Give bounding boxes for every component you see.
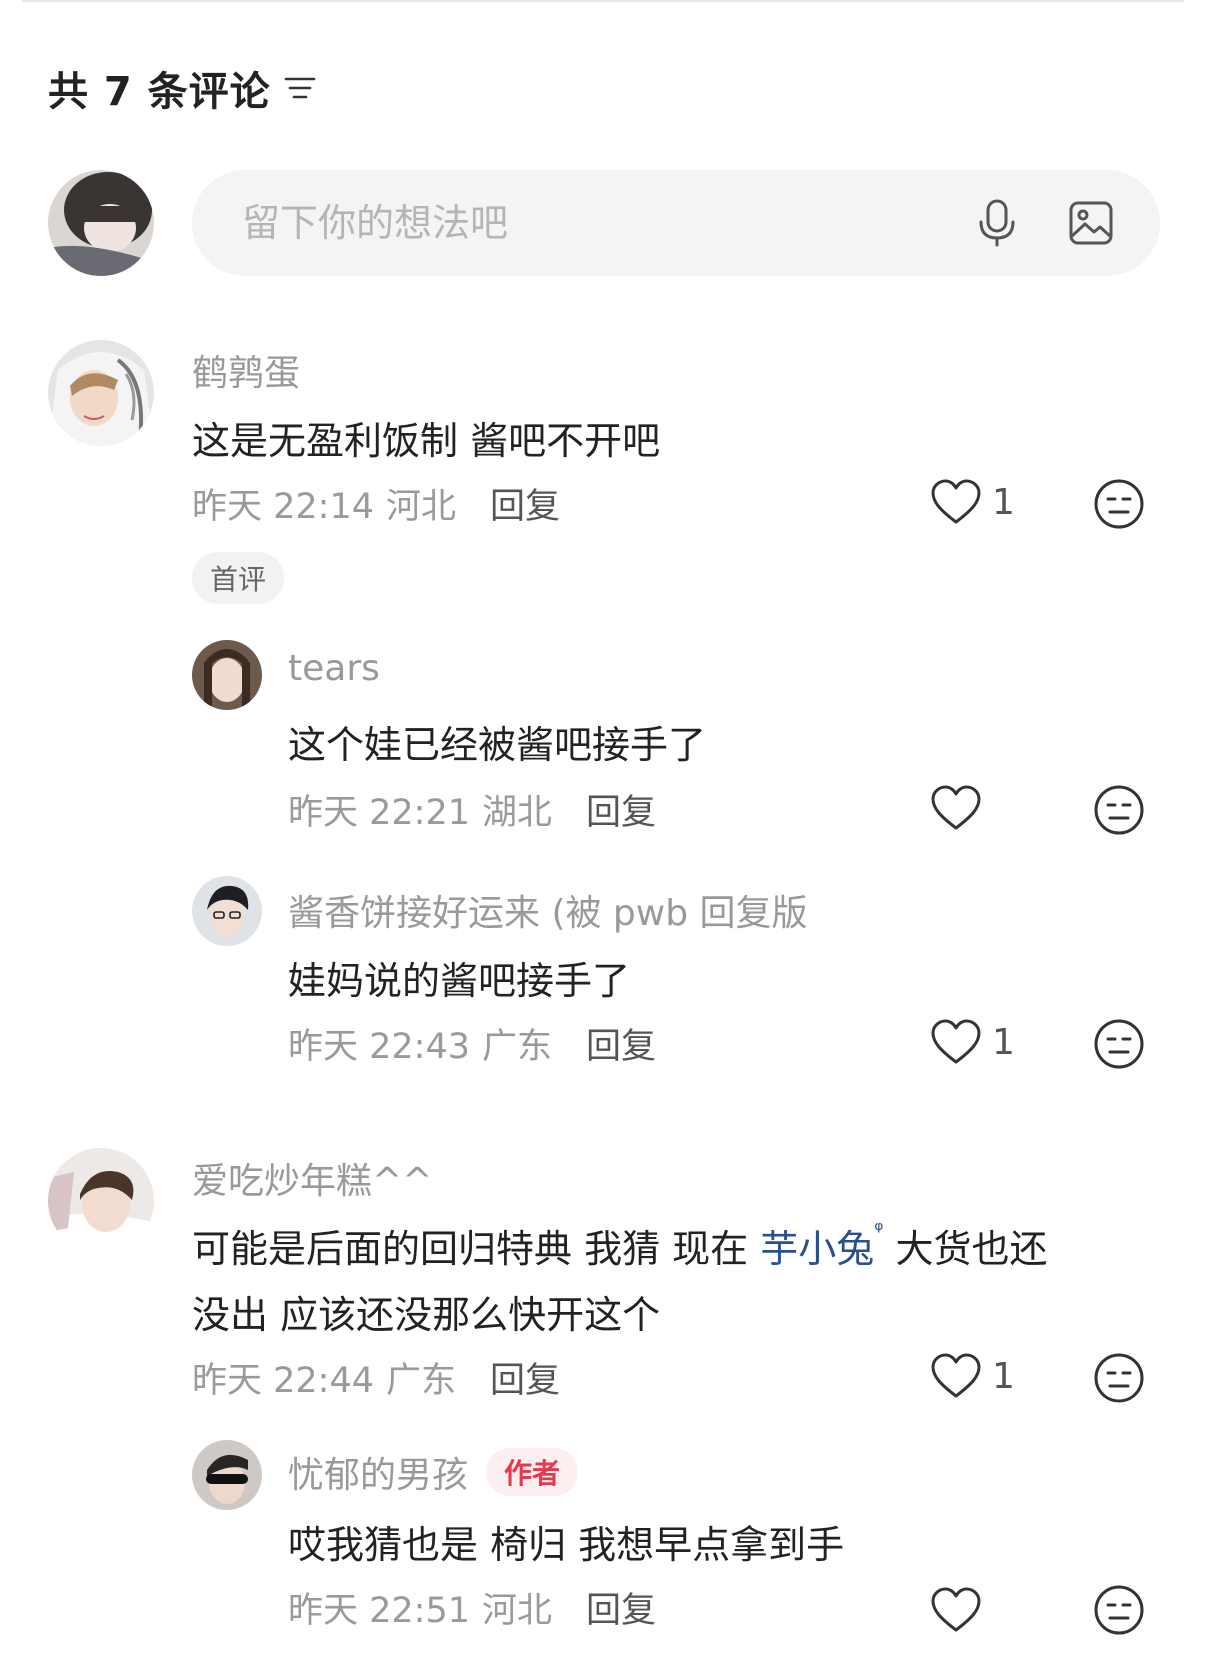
comment-text: 这是无盈利饭制 酱吧不开吧	[192, 419, 661, 463]
reply-button[interactable]: 回复	[586, 784, 656, 835]
comment-location: 广东	[386, 1361, 457, 1401]
heart-icon	[931, 785, 981, 830]
avatar[interactable]	[192, 640, 262, 710]
comment-username[interactable]: 酱香饼接好运来 (被 pwb 回复版	[288, 884, 808, 936]
heart-icon	[931, 1353, 981, 1398]
like-count: 1	[992, 481, 1015, 523]
reply-button[interactable]: 回复	[490, 1352, 560, 1403]
comment-time: 昨天 22:43	[288, 1027, 470, 1067]
comment-meta: 昨天 22:43 广东 回复	[288, 1018, 656, 1069]
like-count: 1	[992, 1355, 1015, 1397]
dislike-face-icon[interactable]	[1093, 478, 1145, 530]
like-count: 1	[992, 1021, 1015, 1063]
comment-count-title: 共 7 条评论	[48, 69, 271, 115]
comment-text-line: 没出 应该还没那么快开这个	[192, 1293, 661, 1337]
comment-location: 广东	[482, 1027, 553, 1067]
top-divider	[22, 0, 1184, 2]
comment-time: 昨天 22:51	[288, 1591, 470, 1631]
comment-input[interactable]	[240, 200, 972, 246]
comment-text-part: 可能是后面的回归特典 我猜 现在	[192, 1227, 761, 1271]
image-icon[interactable]	[1066, 198, 1116, 248]
like-button[interactable]: 1	[930, 1352, 1015, 1400]
comment-meta: 昨天 22:51 河北 回复	[288, 1582, 656, 1633]
like-button[interactable]	[930, 784, 992, 832]
comment-location: 湖北	[482, 793, 553, 833]
author-badge: 作者	[486, 1448, 579, 1496]
first-comment-badge: 首评	[192, 552, 285, 604]
dislike-face-icon[interactable]	[1093, 1584, 1145, 1636]
comment-time: 昨天 22:21	[288, 793, 470, 833]
comment-username: 忧郁的男孩 作者	[288, 1446, 579, 1498]
reply-button[interactable]: 回复	[586, 1582, 656, 1633]
comment-meta: 昨天 22:21 湖北 回复	[288, 784, 656, 835]
comment-text: 哎我猜也是 椅归 我想早点拿到手	[288, 1523, 845, 1567]
heart-icon	[931, 479, 981, 524]
comment-text: 这个娃已经被酱吧接手了	[288, 723, 707, 767]
comment-text-part: 大货也还	[883, 1227, 1048, 1271]
comment-username[interactable]: 鹤鹑蛋	[192, 344, 300, 396]
like-button[interactable]: 1	[930, 478, 1015, 526]
dislike-face-icon[interactable]	[1093, 1018, 1145, 1070]
reply-button[interactable]: 回复	[490, 478, 560, 529]
comment-text: 娃妈说的酱吧接手了	[288, 959, 631, 1003]
comment-username[interactable]: 爱吃炒年糕^^	[192, 1152, 432, 1204]
comment-text: 可能是后面的回归特典 我猜 现在 芋小兔ᵠ 大货也还	[192, 1218, 1048, 1273]
heart-icon	[931, 1019, 981, 1064]
comment-time: 昨天 22:14	[192, 487, 374, 527]
microphone-icon[interactable]	[972, 198, 1022, 248]
comments-header: 共 7 条评论	[48, 60, 317, 116]
filter-lines-icon[interactable]	[283, 71, 317, 105]
avatar[interactable]	[192, 1440, 262, 1510]
mention-link[interactable]: 芋小兔	[760, 1227, 874, 1271]
reply-username[interactable]: 忧郁的男孩	[288, 1455, 468, 1496]
comment-username[interactable]: tears	[288, 648, 380, 689]
comment-meta: 昨天 22:14 河北 回复	[192, 478, 560, 529]
comment-location: 河北	[482, 1591, 553, 1631]
like-button[interactable]	[930, 1586, 992, 1634]
avatar[interactable]	[48, 1148, 154, 1254]
comment-composer[interactable]	[192, 170, 1160, 276]
dislike-face-icon[interactable]	[1093, 1352, 1145, 1404]
heart-icon	[931, 1587, 981, 1632]
comment-location: 河北	[386, 487, 457, 527]
dislike-face-icon[interactable]	[1093, 784, 1145, 836]
comment-time: 昨天 22:44	[192, 1361, 374, 1401]
current-user-avatar[interactable]	[48, 170, 154, 276]
like-button[interactable]: 1	[930, 1018, 1015, 1066]
avatar[interactable]	[192, 876, 262, 946]
comment-meta: 昨天 22:44 广东 回复	[192, 1352, 560, 1403]
avatar[interactable]	[48, 340, 154, 446]
reply-button[interactable]: 回复	[586, 1018, 656, 1069]
